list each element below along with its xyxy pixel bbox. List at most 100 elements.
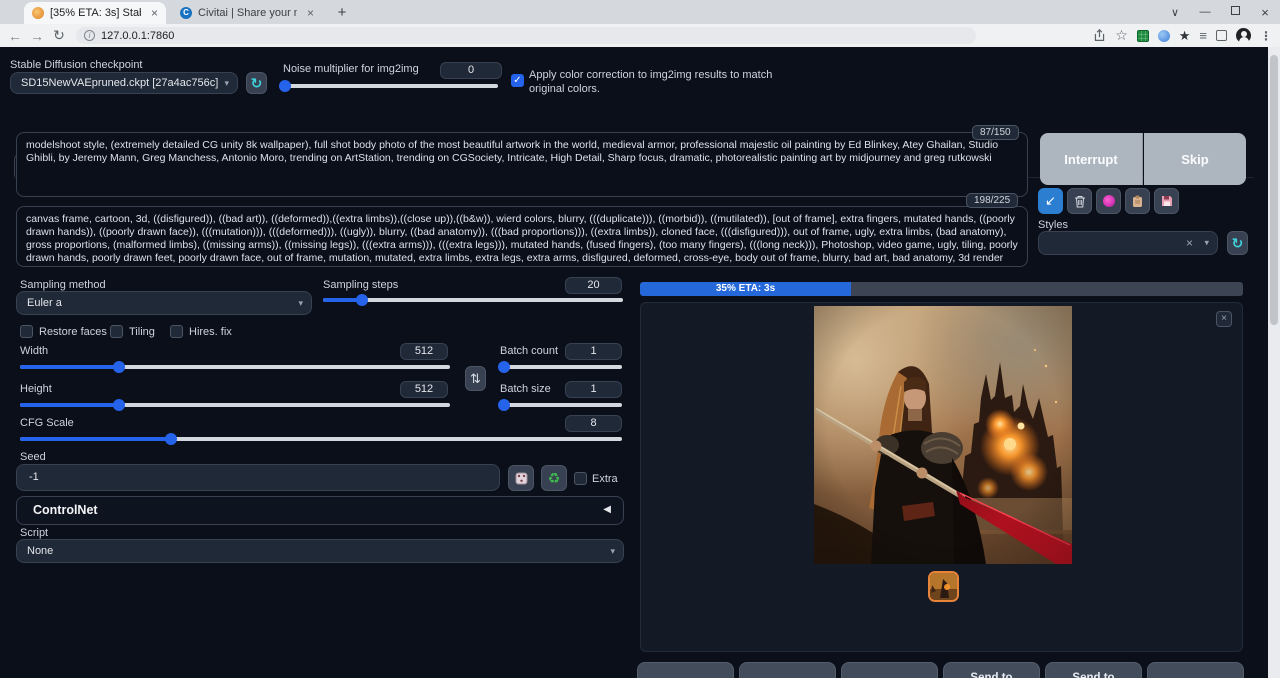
chevron-down-icon: ▾ [298, 292, 303, 314]
color-correction-checkbox[interactable]: ✓ [511, 74, 524, 87]
batch-size-input[interactable]: 1 [565, 381, 622, 398]
thumbnail-art [930, 573, 957, 600]
skip-button[interactable]: Skip [1144, 133, 1246, 185]
chevron-down-icon: ▾ [610, 540, 615, 562]
controlnet-accordion[interactable]: ControlNet ◀ [16, 496, 624, 525]
checkpoint-dropdown[interactable]: SD15NewVAEpruned.ckpt [27a4ac756c] ▾ [10, 72, 238, 94]
reuse-seed-button[interactable]: ♻ [541, 465, 567, 491]
share-icon[interactable] [1093, 29, 1106, 42]
sampling-method-label: Sampling method [20, 279, 106, 291]
clear-prompt-button[interactable] [1067, 188, 1092, 214]
restore-faces-checkbox[interactable] [20, 325, 33, 338]
send-to-extras-button[interactable]: Send to extras [1147, 662, 1244, 678]
browser-url-bar: ← → ↻ i 127.0.0.1:7860 [0, 24, 1280, 47]
batch-size-label: Batch size [500, 383, 551, 395]
seed-input[interactable]: -1 [16, 464, 500, 491]
sampling-method-dropdown[interactable]: Euler a ▾ [16, 291, 312, 315]
dice-icon [515, 472, 528, 485]
height-input[interactable]: 512 [400, 381, 448, 398]
noise-multiplier-label: Noise multiplier for img2img [283, 63, 419, 75]
checkpoint-label: Stable Diffusion checkpoint [10, 59, 143, 71]
save-style-button[interactable] [1154, 188, 1179, 214]
height-slider[interactable] [20, 403, 450, 407]
window-close-icon[interactable]: × [1250, 5, 1280, 20]
browser-tab-active[interactable]: [35% ETA: 3s] Stable Diffusion × [24, 2, 166, 24]
paste-generation-params-button[interactable]: ↙ [1038, 188, 1063, 214]
apply-styles-button[interactable] [1125, 188, 1150, 214]
refresh-styles-button[interactable]: ↻ [1227, 231, 1248, 255]
controlnet-label: ControlNet [33, 503, 98, 517]
sampling-steps-slider[interactable] [323, 298, 623, 302]
tab-close-icon[interactable]: × [151, 6, 158, 20]
extra-networks-button[interactable] [1096, 188, 1121, 214]
width-input[interactable]: 512 [400, 343, 448, 360]
batch-size-slider[interactable] [500, 403, 622, 407]
chevron-down-icon: ▾ [224, 73, 229, 93]
browser-tab-civitai[interactable]: C Civitai | Share your models × [172, 2, 322, 24]
refresh-icon: ↻ [251, 75, 263, 92]
batch-count-input[interactable]: 1 [565, 343, 622, 360]
close-preview-icon[interactable]: × [1216, 311, 1232, 327]
forward-icon[interactable]: → [26, 28, 48, 44]
kebab-menu-icon[interactable]: ⋮ [1260, 29, 1272, 43]
extension-grid-icon[interactable] [1137, 30, 1149, 42]
page-scrollbar[interactable] [1268, 47, 1280, 678]
sidebar-icon[interactable] [1216, 30, 1227, 41]
restore-faces-label: Restore faces [39, 326, 107, 338]
swap-icon: ⇅ [470, 371, 481, 387]
progress-fill: 35% ETA: 3s [640, 282, 851, 296]
noise-multiplier-slider[interactable] [281, 84, 498, 88]
tab-close-icon[interactable]: × [307, 6, 314, 20]
send-to-inpaint-button[interactable]: Send to inpaint [1045, 662, 1142, 678]
width-slider[interactable] [20, 365, 450, 369]
new-tab-button[interactable]: + [334, 5, 350, 21]
hires-fix-checkbox[interactable] [170, 325, 183, 338]
window-menu-icon[interactable]: ∨ [1160, 6, 1190, 19]
cfg-scale-slider[interactable] [20, 437, 622, 441]
swap-width-height-button[interactable]: ⇅ [465, 366, 486, 391]
noise-multiplier-input[interactable]: 0 [440, 62, 502, 79]
stable-diffusion-webui: Stable Diffusion checkpoint SD15NewVAEpr… [0, 47, 1268, 678]
refresh-icon: ↻ [1232, 235, 1244, 252]
styles-dropdown[interactable]: × ▾ [1038, 231, 1218, 255]
checkpoint-value: SD15NewVAEpruned.ckpt [27a4ac756c] [21, 77, 218, 89]
random-seed-button[interactable] [508, 465, 534, 491]
paste-arrow-icon: ↙ [1045, 193, 1056, 209]
cfg-scale-input[interactable]: 8 [565, 415, 622, 432]
profile-avatar[interactable] [1236, 28, 1251, 43]
gallery-thumbnail-selected[interactable] [928, 571, 959, 602]
generated-image[interactable] [814, 306, 1072, 564]
script-dropdown[interactable]: None ▾ [16, 539, 624, 563]
back-icon[interactable]: ← [4, 28, 26, 44]
tiling-checkbox[interactable] [110, 325, 123, 338]
batch-count-slider[interactable] [500, 365, 622, 369]
seed-label: Seed [20, 451, 46, 463]
extension-star-icon[interactable]: ★ [1179, 28, 1191, 44]
window-restore-icon[interactable] [1220, 6, 1250, 18]
reading-list-icon[interactable]: ≡ [1199, 28, 1207, 43]
extra-seed-label: Extra [592, 473, 618, 485]
send-to-img2img-button[interactable]: Send to img2img [943, 662, 1040, 678]
browser-toolbar-icons: ☆ ★ ≡ ⋮ [1093, 25, 1272, 46]
checkmark-icon: ✓ [513, 75, 521, 86]
site-info-icon[interactable]: i [84, 30, 95, 41]
prompt-textarea[interactable]: modelshoot style, (extremely detailed CG… [16, 132, 1028, 197]
extra-seed-checkbox[interactable] [574, 472, 587, 485]
open-folder-button[interactable] [637, 662, 734, 678]
address-input[interactable]: i 127.0.0.1:7860 [76, 27, 976, 44]
refresh-checkpoints-button[interactable]: ↻ [246, 72, 267, 94]
sampling-steps-input[interactable]: 20 [565, 277, 622, 294]
window-minimize-icon[interactable]: — [1190, 6, 1220, 18]
zip-button[interactable]: Zip [841, 662, 938, 678]
extension-blue-icon[interactable] [1158, 30, 1170, 42]
hires-fix-label: Hires. fix [189, 326, 232, 338]
browser-tab-strip: [35% ETA: 3s] Stable Diffusion × C Civit… [0, 0, 1280, 24]
reload-icon[interactable]: ↻ [48, 27, 70, 44]
styles-clear-icon[interactable]: × [1186, 236, 1193, 250]
bookmark-star-icon[interactable]: ☆ [1115, 27, 1128, 44]
negative-prompt-textarea[interactable]: canvas frame, cartoon, 3d, ((disfigured)… [16, 206, 1028, 267]
scrollbar-thumb[interactable] [1270, 55, 1278, 325]
script-label: Script [20, 527, 48, 539]
interrupt-button[interactable]: Interrupt [1040, 133, 1143, 185]
save-button[interactable]: Save [739, 662, 836, 678]
